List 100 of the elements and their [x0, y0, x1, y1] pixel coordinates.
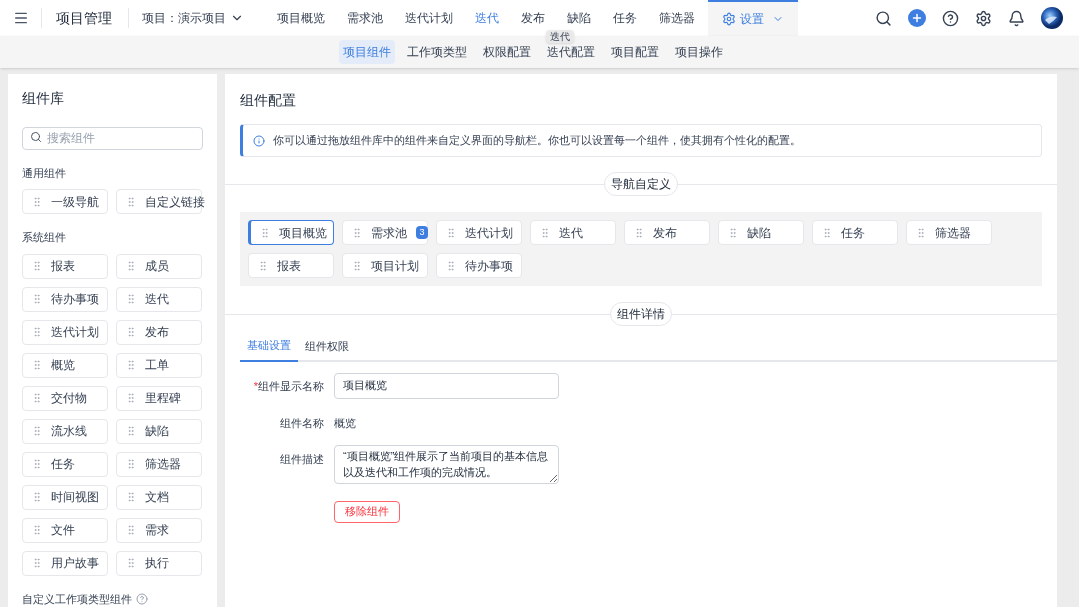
component-item[interactable]: 筛选器	[116, 451, 202, 477]
drag-handle-icon[interactable]	[125, 359, 137, 371]
field-label: *组件显示名称	[252, 379, 324, 394]
nav-config-item[interactable]: 待办事项	[436, 253, 522, 278]
component-label: 待办事项	[51, 291, 99, 308]
component-item[interactable]: 文档	[116, 484, 202, 510]
nav-config-item[interactable]: 发布	[624, 220, 710, 245]
drag-handle-icon[interactable]	[31, 326, 43, 338]
component-item[interactable]: 时间视图	[22, 484, 108, 510]
drag-handle-icon[interactable]	[821, 226, 833, 239]
drag-handle-icon[interactable]	[539, 226, 551, 239]
component-item[interactable]: 任务	[22, 451, 108, 477]
nav-config-item[interactable]: 需求池 3	[342, 220, 428, 245]
component-item[interactable]: 待办事项	[22, 286, 108, 312]
group-title: 通用组件	[22, 165, 67, 181]
drag-handle-icon[interactable]	[125, 326, 137, 338]
add-button[interactable]	[908, 9, 926, 27]
text-area[interactable]: “项目概览”组件展示了当前项目的基本信息以及迭代和工作项的完成情况。	[334, 444, 559, 484]
drag-handle-icon[interactable]	[31, 195, 43, 208]
drag-handle-icon[interactable]	[31, 425, 43, 437]
drag-handle-icon[interactable]	[727, 226, 739, 239]
component-item[interactable]: 报表	[22, 253, 108, 279]
avatar[interactable]	[1041, 7, 1063, 29]
drag-handle-icon[interactable]	[31, 392, 43, 404]
info-text: 你可以通过拖放组件库中的组件来自定义界面的导航栏。你也可以设置每一个组件，使其拥有个性化的配置。	[273, 133, 801, 149]
component-item[interactable]: 缺陷	[116, 418, 202, 444]
component-item[interactable]: 一级导航	[22, 189, 108, 214]
drag-handle-icon[interactable]	[31, 293, 43, 305]
drag-handle-icon[interactable]	[125, 293, 137, 305]
input-field[interactable]: 项目概览	[334, 372, 559, 399]
nav-tab[interactable]: 筛选器	[648, 0, 706, 36]
help-icon[interactable]	[942, 9, 959, 27]
component-item[interactable]: 文件	[22, 517, 108, 543]
drag-handle-icon[interactable]	[31, 491, 43, 503]
nav-tab[interactable]: 需求池	[336, 0, 394, 36]
nav-config-item[interactable]: 迭代	[530, 220, 616, 245]
sub-tab[interactable]: 项目配置	[607, 40, 663, 64]
component-item[interactable]: 需求	[116, 517, 202, 543]
remove-button[interactable]: 移除组件	[334, 500, 400, 523]
settings-tab[interactable]: 设置	[708, 0, 798, 36]
drag-handle-icon[interactable]	[125, 392, 137, 404]
component-item[interactable]: 迭代计划	[22, 319, 108, 345]
drag-handle-icon[interactable]	[445, 226, 457, 239]
component-item[interactable]: 迭代	[116, 286, 202, 312]
component-item[interactable]: 用户故事	[22, 550, 108, 576]
drag-handle-icon[interactable]	[125, 524, 137, 536]
nav-config-item[interactable]: 项目概览	[248, 220, 334, 245]
drag-handle-icon[interactable]	[31, 557, 43, 569]
nav-tab[interactable]: 迭代计划	[394, 0, 464, 36]
drag-handle-icon[interactable]	[125, 458, 137, 470]
nav-config-item[interactable]: 项目计划	[342, 253, 428, 278]
sub-tab[interactable]: 迭代配置	[543, 40, 599, 64]
nav-tab[interactable]: 迭代	[464, 0, 510, 36]
nav-config-item[interactable]: 缺陷	[718, 220, 804, 245]
nav-item-label: 报表	[277, 257, 301, 275]
drag-handle-icon[interactable]	[125, 491, 137, 503]
sub-tab[interactable]: 项目组件	[339, 40, 395, 64]
component-item[interactable]: 流水线	[22, 418, 108, 444]
drag-handle-icon[interactable]	[31, 458, 43, 470]
nav-config-item[interactable]: 报表	[248, 253, 334, 278]
nav-config-item[interactable]: 迭代计划	[436, 220, 522, 245]
menu-icon[interactable]	[13, 10, 29, 26]
component-item[interactable]: 交付物	[22, 385, 108, 411]
drag-handle-icon[interactable]	[125, 425, 137, 437]
sub-tab[interactable]: 权限配置	[479, 40, 535, 64]
component-item[interactable]: 概览	[22, 352, 108, 378]
panel-title: 组件配置	[240, 91, 297, 110]
sub-tab[interactable]: 项目操作	[671, 40, 727, 64]
nav-tab[interactable]: 项目概览	[266, 0, 336, 36]
sub-tab[interactable]: 工作项类型	[403, 40, 471, 64]
drag-handle-icon[interactable]	[31, 359, 43, 371]
component-label: 任务	[51, 456, 75, 473]
settings-icon[interactable]	[975, 9, 992, 27]
nav-tab[interactable]: 任务	[602, 0, 648, 36]
detail-tab[interactable]: 基础设置	[240, 330, 298, 362]
drag-handle-icon[interactable]	[259, 226, 271, 239]
drag-handle-icon[interactable]	[125, 557, 137, 569]
component-item[interactable]: 工单	[116, 352, 202, 378]
drag-handle-icon[interactable]	[257, 259, 269, 272]
drag-handle-icon[interactable]	[31, 260, 43, 272]
detail-tab[interactable]: 组件权限	[298, 330, 356, 362]
component-item[interactable]: 发布	[116, 319, 202, 345]
search-icon[interactable]	[875, 9, 892, 27]
group-title: 自定义工作项类型组件	[22, 591, 132, 607]
component-item[interactable]: 里程碑	[116, 385, 202, 411]
drag-handle-icon[interactable]	[445, 259, 457, 272]
nav-config-item[interactable]: 任务	[812, 220, 898, 245]
project-selector[interactable]: 项目：演示项目	[142, 9, 244, 27]
drag-handle-icon[interactable]	[633, 226, 645, 239]
drag-handle-icon[interactable]	[915, 226, 927, 239]
component-item[interactable]: 成员	[116, 253, 202, 279]
search-field[interactable]: 搜索组件	[22, 126, 203, 150]
drag-handle-icon[interactable]	[125, 195, 137, 208]
nav-config-item[interactable]: 筛选器	[906, 220, 992, 245]
component-item[interactable]: 执行	[116, 550, 202, 576]
drag-handle-icon[interactable]	[31, 524, 43, 536]
drag-handle-icon[interactable]	[125, 260, 137, 272]
drag-handle-icon[interactable]	[351, 226, 363, 239]
drag-handle-icon[interactable]	[351, 259, 363, 272]
bell-icon[interactable]	[1008, 9, 1025, 27]
